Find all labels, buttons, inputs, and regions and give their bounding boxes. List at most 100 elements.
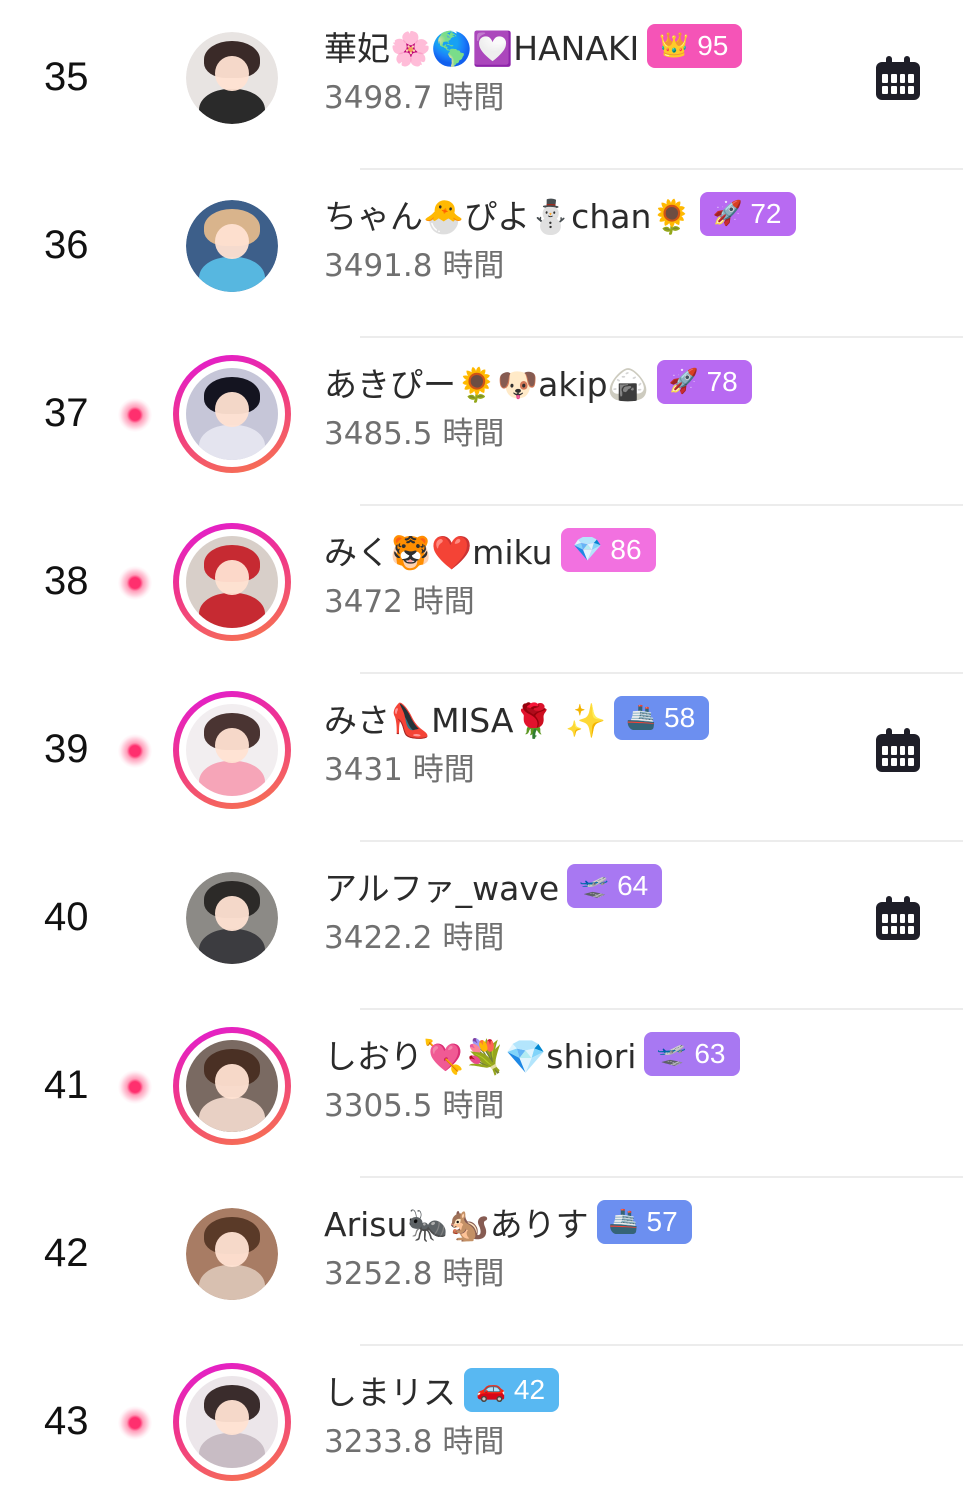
live-avatar-ring[interactable] [173, 1027, 291, 1145]
level-badge: 🚢 57 [596, 1200, 692, 1244]
avatar-face [215, 1399, 249, 1435]
avatar-frame[interactable] [186, 200, 278, 292]
badge-level: 86 [610, 534, 642, 565]
badge-icon: 🚢 [626, 704, 656, 731]
live-avatar-ring[interactable] [173, 523, 291, 641]
rank-number: 38 [44, 559, 89, 603]
name-line: アルファ_wave 🛫 64 [324, 860, 663, 912]
badge-level: 64 [617, 870, 649, 901]
calendar-grid [882, 746, 914, 766]
avatar[interactable] [186, 1040, 278, 1132]
badge-level: 78 [706, 366, 738, 397]
badge-level: 42 [513, 1374, 546, 1405]
avatar-face [215, 727, 249, 763]
avatar[interactable] [186, 704, 278, 796]
rank-number: 40 [44, 895, 89, 939]
user-name[interactable]: みく🐯❤️miku [324, 526, 553, 574]
streaming-hours: 3485.5 時間 [324, 416, 505, 452]
calendar-icon[interactable] [876, 56, 920, 100]
avatar-face [215, 895, 249, 931]
avatar-body [198, 257, 266, 292]
avatar[interactable] [186, 1376, 278, 1468]
row-divider [360, 1176, 963, 1178]
avatar-frame[interactable] [186, 872, 278, 964]
live-avatar-ring[interactable] [173, 1363, 291, 1481]
ranking-row[interactable]: 43 しまリス 🚗 42 3233.8 時間 [0, 1344, 963, 1486]
avatar[interactable] [186, 872, 278, 964]
row-divider [360, 840, 963, 842]
user-name[interactable]: みさ👠MISA🌹 ✨ [324, 694, 606, 742]
avatar[interactable] [186, 536, 278, 628]
ranking-row[interactable]: 37 あきぴー🌻🐶akip🍙 🚀 78 3485.5 時間 [0, 336, 963, 504]
rank-number: 43 [44, 1399, 89, 1443]
user-name[interactable]: Arisu🐜🐿️ありす [324, 1198, 589, 1246]
level-badge: 🛫 63 [644, 1032, 740, 1076]
avatar-face [215, 1231, 249, 1267]
calendar-icon[interactable] [876, 728, 920, 772]
ranking-row[interactable]: 41 しおり💘💐💎shiori 🛫 63 3305.5 時間 [0, 1008, 963, 1176]
ranking-row[interactable]: 39 みさ👠MISA🌹 ✨ 🚢 58 3431 時間 [0, 672, 963, 840]
user-name[interactable]: アルファ_wave [324, 862, 559, 910]
calendar-ring [886, 728, 892, 740]
live-indicator-dot [118, 398, 152, 432]
name-line: みく🐯❤️miku 💎 86 [324, 524, 656, 576]
ranking-row[interactable]: 40 アルファ_wave 🛫 64 3422.2 時間 [0, 840, 963, 1008]
ranking-row[interactable]: 42 Arisu🐜🐿️ありす 🚢 57 3252.8 時間 [0, 1176, 963, 1344]
streaming-hours: 3233.8 時間 [324, 1424, 505, 1460]
avatar-face [215, 55, 249, 91]
streaming-hours: 3422.2 時間 [324, 920, 505, 956]
avatar-body [198, 1433, 266, 1468]
avatar-face [215, 391, 249, 427]
badge-level: 57 [646, 1206, 678, 1237]
calendar-ring [904, 728, 910, 740]
badge-level: 63 [694, 1038, 726, 1069]
live-avatar-ring[interactable] [173, 355, 291, 473]
name-line: しおり💘💐💎shiori 🛫 63 [324, 1028, 740, 1080]
badge-icon: 🛫 [656, 1040, 687, 1067]
avatar-body [198, 1265, 266, 1300]
row-divider [360, 1344, 963, 1346]
user-name[interactable]: あきぴー🌻🐶akip🍙 [324, 358, 649, 406]
ranking-row[interactable]: 38 みく🐯❤️miku 💎 86 3472 時間 [0, 504, 963, 672]
avatar-frame[interactable] [186, 1208, 278, 1300]
calendar-icon[interactable] [876, 896, 920, 940]
level-badge: 💎 86 [560, 528, 656, 572]
badge-icon: 🛫 [579, 872, 610, 899]
name-line: Arisu🐜🐿️ありす 🚢 57 [324, 1196, 692, 1248]
row-divider [360, 168, 963, 170]
badge-icon: 🚗 [476, 1376, 506, 1403]
ranking-row[interactable]: 36 ちゃん🐣ぴよ⛄chan🌻 🚀 72 3491.8 時間 [0, 168, 963, 336]
badge-icon: 🚢 [608, 1208, 639, 1235]
rank-number: 39 [44, 727, 89, 771]
level-badge: 🛫 64 [567, 864, 663, 908]
ranking-list: 35 華妃🌸🌎💟HANAKI 👑 95 3498.7 時間 36 ちゃん🐣ぴよ⛄chan🌻 🚀… [0, 0, 963, 1486]
avatar-body [198, 1097, 266, 1132]
avatar-body [198, 761, 266, 796]
user-name[interactable]: しおり💘💐💎shiori [324, 1030, 636, 1078]
live-avatar-ring[interactable] [173, 691, 291, 809]
live-indicator-dot [118, 1070, 152, 1104]
avatar-body [198, 593, 266, 628]
level-badge: 👑 95 [647, 24, 743, 68]
row-divider [360, 672, 963, 674]
user-name[interactable]: 華妃🌸🌎💟HANAKI [324, 22, 639, 70]
avatar-container [179, 697, 285, 803]
avatar[interactable] [186, 1208, 278, 1300]
streaming-hours: 3305.5 時間 [324, 1088, 505, 1124]
ranking-row[interactable]: 35 華妃🌸🌎💟HANAKI 👑 95 3498.7 時間 [0, 0, 963, 168]
avatar[interactable] [186, 200, 278, 292]
name-line: 華妃🌸🌎💟HANAKI 👑 95 [324, 20, 743, 72]
name-line: みさ👠MISA🌹 ✨ 🚢 58 [324, 692, 710, 744]
avatar[interactable] [186, 32, 278, 124]
badge-icon: 🚀 [712, 200, 743, 227]
user-name[interactable]: しまリス [324, 1366, 456, 1414]
avatar[interactable] [186, 368, 278, 460]
avatar-body [198, 89, 266, 124]
avatar-container [186, 200, 278, 292]
live-indicator-dot [118, 734, 152, 768]
avatar-face [215, 559, 249, 595]
calendar-grid [882, 74, 914, 94]
user-name[interactable]: ちゃん🐣ぴよ⛄chan🌻 [324, 190, 692, 238]
streaming-hours: 3491.8 時間 [324, 248, 505, 284]
avatar-frame[interactable] [186, 32, 278, 124]
